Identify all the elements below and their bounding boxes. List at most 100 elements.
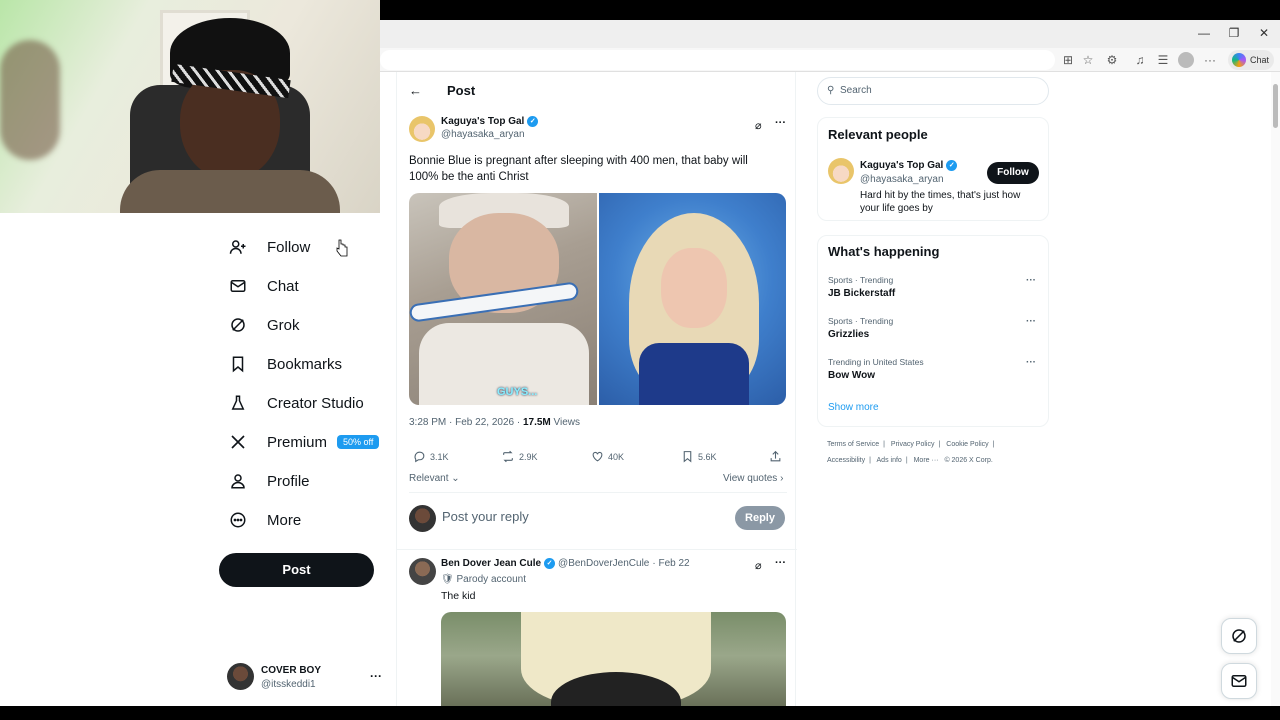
avatar[interactable] <box>409 116 435 142</box>
author-name: Kaguya's Top Gal <box>441 116 525 127</box>
copilot-icon <box>1232 53 1246 67</box>
author-handle[interactable]: @hayasaka_aryan <box>441 129 525 140</box>
scrollbar-thumb[interactable] <box>1273 84 1278 128</box>
back-arrow-icon[interactable]: ← <box>409 83 423 98</box>
avatar[interactable] <box>409 558 436 585</box>
follow-button[interactable]: Follow <box>987 162 1039 184</box>
nav-grok[interactable]: Grok <box>219 309 310 341</box>
copilot-chat-button[interactable]: Chat <box>1228 50 1274 70</box>
footer-link[interactable]: Cookie Policy <box>946 441 988 448</box>
nav-label: Premium <box>267 433 328 451</box>
screen-bottom-border <box>0 706 1280 720</box>
section-title: Relevant people <box>828 127 928 142</box>
parody-text: Parody account <box>456 574 526 585</box>
repost-action[interactable]: 2.9K <box>501 450 538 463</box>
more-dots-icon[interactable]: ··· <box>775 557 786 569</box>
footer-links: Terms of Service | Privacy Policy | Cookie… <box>827 437 1047 469</box>
read-aloud-icon[interactable]: ♫ <box>1132 52 1148 68</box>
post-timestamp[interactable]: 3:28 PM · Feb 22, 2026 · <box>409 417 523 428</box>
footer-link[interactable]: Privacy Policy <box>891 441 935 448</box>
nav-more[interactable]: More <box>219 504 311 536</box>
apps-icon[interactable]: ⊞ <box>1060 52 1076 68</box>
profile-icon[interactable] <box>1178 52 1194 68</box>
favorites-icon[interactable]: ☰ <box>1155 52 1171 68</box>
more-dots-icon[interactable]: ··· <box>1026 275 1036 286</box>
add-person-icon <box>229 238 247 256</box>
view-quotes-label: View quotes <box>723 473 778 484</box>
reply-input[interactable]: Post your reply <box>442 509 529 524</box>
sort-label: Relevant <box>409 473 449 484</box>
trend-item[interactable]: Sports · Trending Grizzlies ··· <box>828 316 1038 340</box>
grok-fab[interactable] <box>1221 618 1257 654</box>
person-handle[interactable]: @hayasaka_aryan <box>860 174 944 185</box>
minimize-icon[interactable]: — <box>1196 26 1212 40</box>
author-name-row[interactable]: Kaguya's Top Gal ✓ <box>441 116 539 127</box>
footer-separator: | <box>883 441 885 448</box>
person-name: Kaguya's Top Gal <box>860 160 944 171</box>
url-field[interactable] <box>380 50 1055 70</box>
media-image-left[interactable]: GUYS... <box>409 193 597 405</box>
account-switcher[interactable]: COVER BOY @itsskeddi1 ··· <box>227 663 387 693</box>
nav-label: Chat <box>267 277 299 295</box>
more-dots-icon[interactable]: ··· <box>1026 357 1036 368</box>
avatar[interactable] <box>828 158 854 184</box>
nav-bookmarks[interactable]: Bookmarks <box>219 348 352 380</box>
mail-icon <box>1231 675 1247 687</box>
show-more-link[interactable]: Show more <box>828 402 879 413</box>
footer-link[interactable]: More ··· <box>914 457 939 464</box>
footer-link[interactable]: Accessibility <box>827 457 865 464</box>
nav-label: Creator Studio <box>267 394 364 412</box>
close-icon[interactable]: ✕ <box>1256 26 1272 40</box>
more-dots-icon[interactable]: ··· <box>370 669 382 683</box>
favorite-star-icon[interactable]: ☆ <box>1080 52 1096 68</box>
trend-item[interactable]: Sports · Trending JB Bickerstaff ··· <box>828 275 1038 299</box>
reply-action[interactable]: 3.1K <box>413 450 449 463</box>
footer-separator: | <box>938 441 941 448</box>
trend-item[interactable]: Trending in United States Bow Wow ··· <box>828 357 1038 381</box>
reply-button[interactable]: Reply <box>735 506 785 530</box>
reply-composer: Post your reply Reply <box>409 503 787 533</box>
more-dots-icon[interactable]: ··· <box>1026 316 1036 327</box>
reply-media[interactable] <box>441 612 786 706</box>
nav-premium[interactable]: Premium 50% off <box>219 426 389 458</box>
nav-chat[interactable]: Chat <box>219 270 309 302</box>
avatar <box>227 663 254 690</box>
bookmark-action[interactable]: 5.6K <box>681 450 717 463</box>
trend-category: Sports · Trending <box>828 316 894 326</box>
footer-link[interactable]: Terms of Service <box>827 441 879 448</box>
nav-follow[interactable]: Follow <box>219 231 320 263</box>
like-action[interactable]: 40K <box>591 450 624 463</box>
trend-category: Sports · Trending <box>828 275 894 285</box>
messages-fab[interactable] <box>1221 663 1257 699</box>
person-name-row[interactable]: Kaguya's Top Gal ✓ <box>860 160 958 171</box>
verified-badge-icon: ✓ <box>527 116 539 127</box>
share-icon <box>770 450 781 462</box>
media-image-right[interactable] <box>598 193 786 405</box>
settings-more-icon[interactable]: ··· <box>1202 52 1218 68</box>
view-quotes-link[interactable]: View quotes › <box>723 473 783 484</box>
extensions-icon[interactable]: ⚙ <box>1104 52 1120 68</box>
section-title: What's happening <box>828 244 940 259</box>
account-handle: @itsskeddi1 <box>261 679 316 690</box>
verified-badge-icon: ✓ <box>946 160 958 171</box>
scrollbar[interactable] <box>1271 72 1280 706</box>
nav-creator-studio[interactable]: Creator Studio <box>219 387 374 419</box>
more-dots-icon[interactable]: ··· <box>775 117 786 129</box>
main-column: ← Post Kaguya's Top Gal ✓ @hayasaka_aryan… <box>396 72 797 706</box>
reply-author-row[interactable]: Ben Dover Jean Cule ✓ @BenDoverJenCule · Fe… <box>441 558 690 569</box>
post-media[interactable]: GUYS... <box>409 193 786 405</box>
share-action[interactable] <box>769 450 782 463</box>
footer-link[interactable]: Ads info <box>877 457 902 464</box>
grok-icon[interactable]: ⌀ <box>755 559 762 572</box>
reply-author-name: Ben Dover Jean Cule <box>441 558 542 569</box>
post-button[interactable]: Post <box>219 553 374 587</box>
grok-icon[interactable]: ⌀ <box>755 119 762 132</box>
like-count: 40K <box>608 451 625 462</box>
trend-category: Trending in United States <box>828 357 924 367</box>
post-header: ← Post <box>409 83 475 98</box>
nav-profile[interactable]: Profile <box>219 465 320 497</box>
search-input[interactable]: ⚲ Search <box>817 77 1049 105</box>
sort-relevant-dropdown[interactable]: Relevant ⌄ <box>409 473 460 484</box>
restore-icon[interactable]: ❐ <box>1226 26 1242 40</box>
webcam-overlay <box>0 0 380 213</box>
